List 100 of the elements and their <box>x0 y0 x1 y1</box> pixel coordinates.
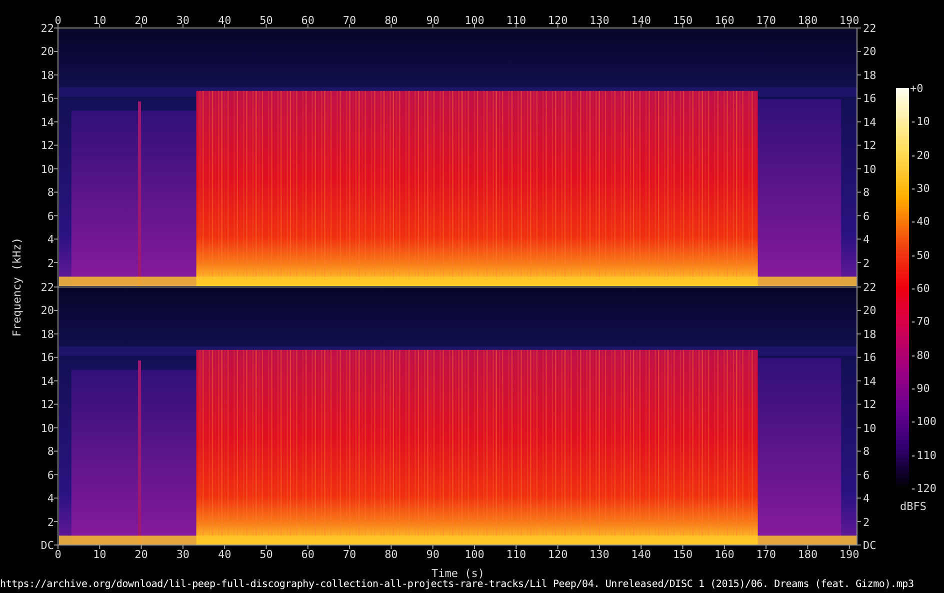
frequency-tick-label: 22 <box>40 282 54 293</box>
frequency-tick-label: 18 <box>40 70 54 81</box>
frequency-tick-label: 8 <box>47 446 54 458</box>
colorbar-tick-label: -20 <box>910 150 930 161</box>
frequency-tick-label: 4 <box>47 234 54 246</box>
time-tick-label: 160 <box>714 549 734 560</box>
frequency-tick-label: 2 <box>863 516 870 528</box>
time-tick-label: 180 <box>798 549 818 560</box>
time-tick-label: 140 <box>631 549 652 560</box>
time-tick-label: 0 <box>54 15 62 26</box>
frequency-tick-label: 6 <box>863 210 870 222</box>
colorbar-tick-label: -40 <box>910 216 930 228</box>
frequency-tick-label: 20 <box>863 305 876 316</box>
time-tick-label: 80 <box>384 15 398 26</box>
frequency-tick-label: 20 <box>40 305 54 316</box>
frequency-tick-label: 14 <box>863 376 876 387</box>
frequency-tick-label: 10 <box>40 422 54 434</box>
frequency-tick-label: 10 <box>863 422 876 434</box>
time-tick-label: 10 <box>93 15 106 26</box>
frequency-tick-label: 16 <box>40 93 54 104</box>
time-tick-label: 190 <box>839 15 860 26</box>
frequency-tick-label: 14 <box>863 116 876 128</box>
colorbar-tick-label: +0 <box>910 83 924 94</box>
frequency-tick-label: 14 <box>40 376 54 387</box>
frequency-tick-label: 16 <box>863 93 876 104</box>
colorbar-tick-label: -50 <box>910 250 930 261</box>
time-tick-label: 30 <box>176 15 190 26</box>
time-tick-label: 70 <box>342 549 356 560</box>
frequency-tick-label: 10 <box>40 164 54 175</box>
time-tick-label: 120 <box>548 15 568 26</box>
time-tick-label: 90 <box>426 15 440 26</box>
time-tick-label: 20 <box>134 549 148 560</box>
colorbar-tick-label: -90 <box>910 383 930 394</box>
time-tick-label: 140 <box>631 15 652 26</box>
frequency-tick-label: 14 <box>40 116 54 128</box>
time-tick-label: 170 <box>756 15 776 26</box>
frequency-tick-label: 16 <box>863 352 876 364</box>
frequency-tick-label: 2 <box>47 516 54 528</box>
frequency-tick-label: 20 <box>40 46 54 58</box>
file-path-text: https://archive.org/download/lil-peep-full-discography-collection-all-projects-rare-tracks/Lil Peep/04. Unreleased/DISC 1 (2015)/06. Dreams (feat. Gizmo).mp3 <box>0 580 914 590</box>
frequency-tick-label: 12 <box>863 399 876 410</box>
frequency-tick-label: 12 <box>863 140 876 152</box>
frequency-tick-label: 2 <box>47 258 54 269</box>
frequency-tick-label: DC <box>40 540 54 551</box>
frequency-tick-label: 8 <box>47 187 54 198</box>
colorbar-tick-label: -120 <box>910 483 936 494</box>
time-tick-label: 60 <box>301 549 315 560</box>
frequency-tick-label: 10 <box>863 164 876 175</box>
time-tick-label: 180 <box>798 15 818 26</box>
frequency-tick-label: 12 <box>40 399 54 410</box>
frequency-tick-label: 6 <box>47 470 54 481</box>
colorbar-tick-label: -100 <box>910 416 936 428</box>
time-tick-label: 0 <box>54 549 62 560</box>
time-tick-label: 100 <box>464 15 484 26</box>
time-tick-label: 30 <box>176 549 190 560</box>
colorbar-tick-label: -110 <box>910 450 936 461</box>
time-tick-label: 50 <box>260 15 273 26</box>
time-tick-label: 80 <box>384 549 398 560</box>
frequency-tick-label: 4 <box>47 493 54 504</box>
x-axis-label: Time (s) <box>432 568 484 579</box>
frequency-tick-label: 6 <box>863 470 870 481</box>
time-tick-label: 120 <box>548 549 568 560</box>
time-tick-label: 110 <box>506 15 526 26</box>
time-tick-label: 100 <box>464 549 484 560</box>
y-axis-label: Frequency (kHz) <box>12 237 22 337</box>
colorbar-tick-label: -70 <box>910 316 930 328</box>
colorbar-tick-label: -80 <box>910 350 930 361</box>
frequency-tick-label: 18 <box>863 70 876 81</box>
frequency-tick-label: 4 <box>863 493 870 504</box>
colorbar-tick-label: -10 <box>910 116 930 128</box>
frequency-tick-label: 22 <box>863 282 876 293</box>
frequency-tick-label: DC <box>863 540 876 551</box>
time-tick-label: 40 <box>218 15 232 26</box>
frequency-tick-label: 4 <box>863 234 870 246</box>
frequency-tick-label: 2 <box>863 258 870 269</box>
frequency-tick-label: 20 <box>863 46 876 58</box>
time-tick-label: 150 <box>672 549 693 560</box>
frequency-tick-label: 18 <box>40 328 54 340</box>
time-tick-label: 130 <box>590 549 610 560</box>
time-tick-label: 10 <box>93 549 106 560</box>
time-tick-label: 110 <box>506 549 526 560</box>
time-tick-label: 60 <box>301 15 315 26</box>
time-tick-label: 90 <box>426 549 440 560</box>
frequency-tick-label: 12 <box>40 140 54 152</box>
time-tick-label: 50 <box>260 549 273 560</box>
frequency-tick-label: 18 <box>863 328 876 340</box>
colorbar-tick-label: -30 <box>910 183 930 194</box>
time-tick-label: 40 <box>218 549 232 560</box>
colorbar-tick-label: -60 <box>910 283 930 294</box>
time-tick-label: 130 <box>590 15 610 26</box>
frequency-tick-label: 8 <box>863 446 870 458</box>
time-tick-label: 70 <box>342 15 356 26</box>
frequency-tick-label: 16 <box>40 352 54 364</box>
frequency-tick-label: 8 <box>863 187 870 198</box>
frequency-tick-label: 22 <box>863 23 876 34</box>
time-tick-label: 170 <box>756 549 776 560</box>
colorbar-unit-label: dBFS <box>900 501 926 512</box>
frequency-tick-label: 6 <box>47 210 54 222</box>
time-tick-label: 20 <box>134 15 148 26</box>
time-tick-label: 160 <box>714 15 734 26</box>
